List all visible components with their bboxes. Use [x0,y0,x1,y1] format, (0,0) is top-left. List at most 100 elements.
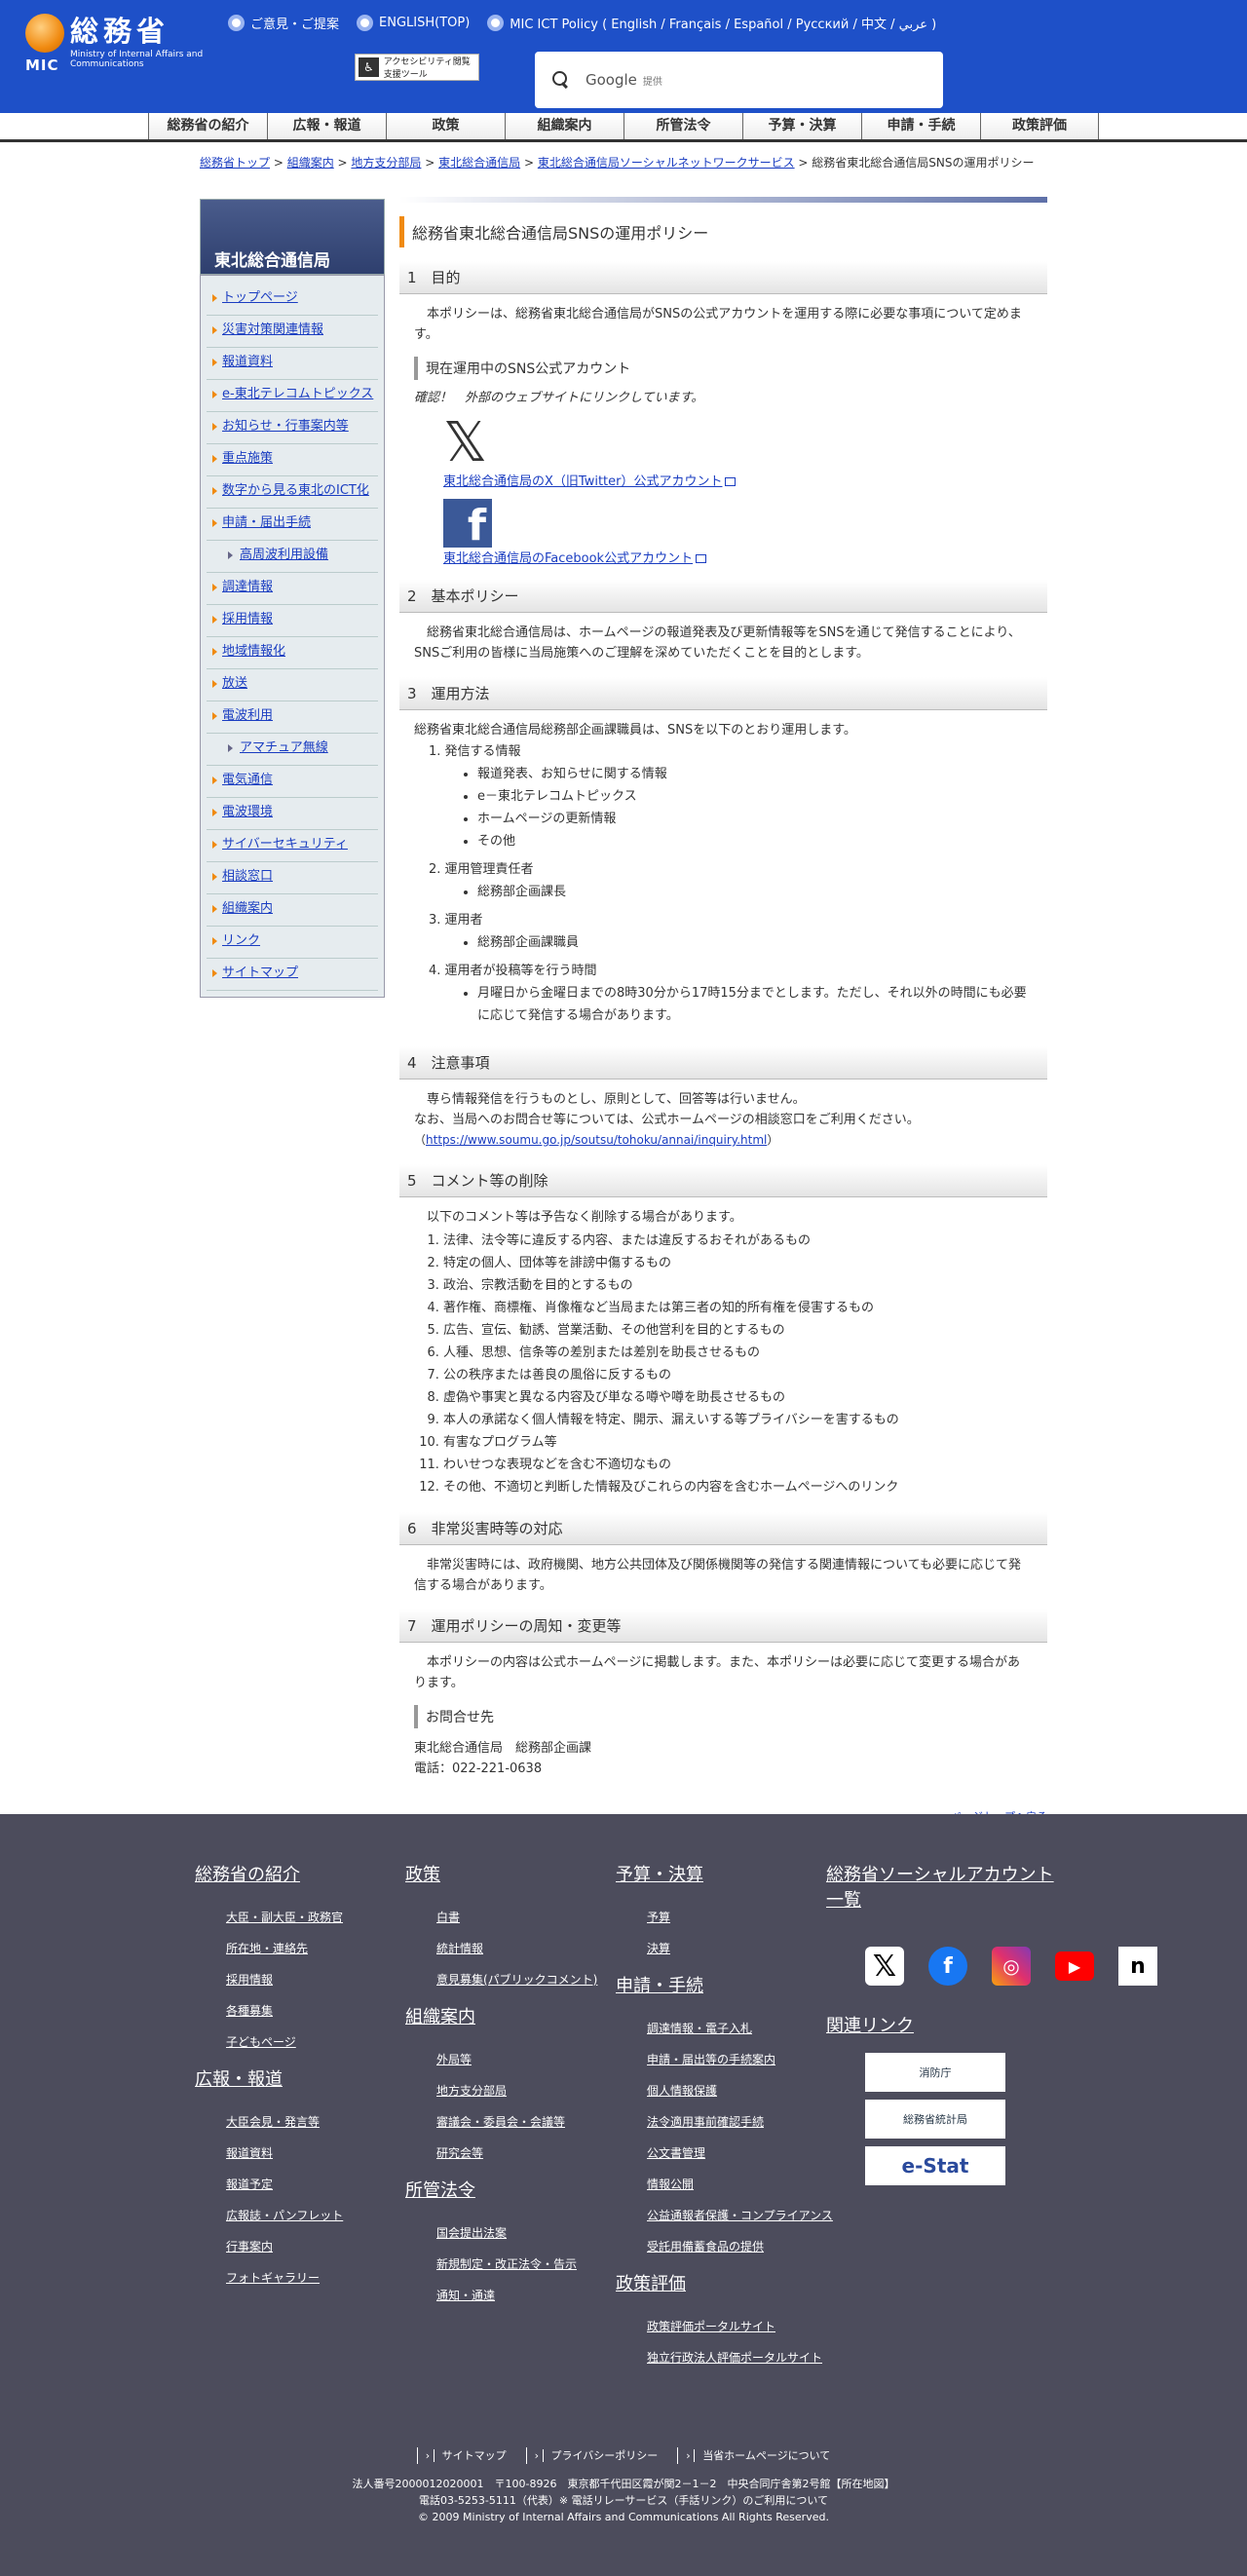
footer-heading[interactable]: 広報・報道 [195,2067,343,2093]
side-nav-item[interactable]: 電気通信 [207,766,378,798]
gnav-item[interactable]: 広報・報道 [267,113,386,139]
facebook-account-link[interactable]: 東北総合通信局のFacebook公式アカウント [443,551,693,566]
gnav-item[interactable]: 政策評価 [980,113,1099,139]
accessibility-tool-button[interactable]: ♿ アクセシビリティ閲覧支援ツール [355,54,479,81]
x-icon[interactable]: 𝕏 [865,1947,904,1986]
footer-link[interactable]: 行事案内 [195,2231,343,2262]
side-nav-item[interactable]: サイトマップ [207,959,378,991]
side-nav-item[interactable]: お知らせ・行事案内等 [207,412,378,444]
footer-link[interactable]: 白書 [405,1902,597,1933]
footer-link[interactable]: 調達情報・電子入札 [616,2013,833,2044]
side-nav-item[interactable]: 申請・届出手続 [207,509,378,541]
footer-link[interactable]: 統計情報 [405,1933,597,1964]
side-nav-item[interactable]: 報道資料 [207,348,378,380]
ict-policy-link[interactable]: MIC ICT Policy ( English / Français / Es… [487,14,936,32]
footer-heading[interactable]: 総務省の紹介 [195,1863,343,1888]
footer-link[interactable]: 公文書管理 [616,2138,833,2169]
footer-link[interactable]: 申請・届出等の手続案内 [616,2044,833,2075]
side-nav-item[interactable]: サイバーセキュリティ [207,830,378,862]
footer-link[interactable]: 公益通報者保護・コンプライアンス [616,2200,833,2231]
gnav-item[interactable]: 組織案内 [505,113,624,139]
side-nav-item[interactable]: 数字から見る東北のICT化 [207,476,378,509]
youtube-icon[interactable]: ▶ [1055,1951,1094,1981]
feedback-link[interactable]: ご意見・ご提案 [228,14,339,32]
side-nav-item[interactable]: アマチュア無線 [207,734,378,766]
footer-link[interactable]: 予算 [616,1902,833,1933]
related-banner[interactable]: 消防庁 [865,2053,1005,2092]
note-icon[interactable]: n [1118,1947,1157,1986]
side-nav-item[interactable]: リンク [207,927,378,959]
crumb-link[interactable]: 東北総合通信局 [438,156,520,170]
footer-link[interactable]: 情報公開 [616,2169,833,2200]
side-nav-item[interactable]: 相談窓口 [207,862,378,894]
facebook-logo-icon[interactable]: f [443,499,492,548]
footer-link[interactable]: 政策評価ポータルサイト [616,2311,833,2342]
gnav-item[interactable]: 総務省の紹介 [148,113,267,139]
side-nav-item[interactable]: 採用情報 [207,605,378,637]
footer-link[interactable]: 所在地・連絡先 [195,1933,343,1964]
footer-heading[interactable]: 所管法令 [405,2178,597,2204]
footer-link[interactable]: 独立行政法人評価ポータルサイト [616,2342,833,2373]
footer-heading[interactable]: 組織案内 [405,2005,597,2030]
x-account-link[interactable]: 東北総合通信局のX（旧Twitter）公式アカウント [443,474,722,489]
footer-link[interactable]: 新規制定・改正法令・告示 [405,2249,597,2280]
footer-link[interactable]: › 当省ホームページについて [677,2447,831,2464]
side-nav-item[interactable]: 調達情報 [207,573,378,605]
crumb-link[interactable]: 総務省トップ [200,156,270,170]
footer-link[interactable]: › プライバシーポリシー [525,2447,659,2464]
footer-link[interactable]: 国会提出法案 [405,2217,597,2249]
facebook-icon[interactable]: f [928,1947,967,1986]
footer-heading[interactable]: 総務省ソーシャルアカウント一覧 [826,1863,1060,1913]
footer-heading[interactable]: 関連リンク [826,2014,1005,2039]
side-nav-item[interactable]: 電波環境 [207,798,378,830]
footer-link[interactable]: 審議会・委員会・会議等 [405,2106,597,2138]
footer-heading[interactable]: 申請・手続 [616,1974,833,1999]
side-nav-item[interactable]: 災害対策関連情報 [207,316,378,348]
english-link[interactable]: ENGLISH(TOP) [357,14,470,32]
mic-logo[interactable]: 総務省 Ministry of Internal Affairs and Com… [25,14,216,74]
inquiry-link[interactable]: https://www.soumu.go.jp/soutsu/tohoku/an… [426,1133,767,1147]
x-logo-icon[interactable]: 𝕏 [443,416,1047,471]
crumb-link[interactable]: 地方支分部局 [351,156,421,170]
footer-heading[interactable]: 政策 [405,1863,597,1888]
crumb-link[interactable]: 組織案内 [287,156,334,170]
footer-link[interactable]: 個人情報保護 [616,2075,833,2106]
footer-link[interactable]: 法令適用事前確認手続 [616,2106,833,2138]
footer-link[interactable]: 研究会等 [405,2138,597,2169]
footer-link[interactable]: 採用情報 [195,1964,343,1995]
footer-link[interactable]: フォトギャラリー [195,2262,343,2293]
footer-heading[interactable]: 予算・決算 [616,1863,833,1888]
footer-link[interactable]: 地方支分部局 [405,2075,597,2106]
footer-link[interactable]: 大臣・副大臣・政務官 [195,1902,343,1933]
crumb-link[interactable]: 東北総合通信局ソーシャルネットワークサービス [538,156,795,170]
gnav-item[interactable]: 政策 [386,113,505,139]
side-nav-item[interactable]: トップページ [207,284,378,316]
side-nav-item[interactable]: 重点施策 [207,444,378,476]
footer-heading[interactable]: 政策評価 [616,2272,833,2297]
side-nav-item[interactable]: 地域情報化 [207,637,378,669]
footer-link[interactable]: 広報誌・パンフレット [195,2200,343,2231]
side-nav-item[interactable]: 放送 [207,669,378,701]
gnav-item[interactable]: 予算・決算 [742,113,861,139]
footer-link[interactable]: 意見募集(パブリックコメント) [405,1964,597,1995]
footer-link[interactable]: 外局等 [405,2044,597,2075]
related-banner[interactable]: e-Stat [865,2146,1005,2185]
side-nav-item[interactable]: 高周波利用設備 [207,541,378,573]
footer-link[interactable]: 各種募集 [195,1995,343,2027]
instagram-icon[interactable]: ◎ [992,1947,1031,1986]
gnav-item[interactable]: 所管法令 [624,113,742,139]
footer-link[interactable]: 通知・通達 [405,2280,597,2311]
footer-link[interactable]: › サイトマップ [416,2447,507,2464]
related-banner[interactable]: 総務省統計局 [865,2100,1005,2139]
footer-link[interactable]: 受託用備蓄食品の提供 [616,2231,833,2262]
gnav-item[interactable]: 申請・手続 [861,113,980,139]
search-input[interactable]: Google 提供 [535,52,943,108]
side-nav-item[interactable]: 電波利用 [207,701,378,734]
footer-link[interactable]: 大臣会見・発言等 [195,2106,343,2138]
side-nav-item[interactable]: e-東北テレコムトピックス [207,380,378,412]
footer-link[interactable]: 報道予定 [195,2169,343,2200]
footer-link[interactable]: 決算 [616,1933,833,1964]
footer-link[interactable]: 報道資料 [195,2138,343,2169]
side-nav-item[interactable]: 組織案内 [207,894,378,927]
footer-link[interactable]: 子どもページ [195,2027,343,2058]
